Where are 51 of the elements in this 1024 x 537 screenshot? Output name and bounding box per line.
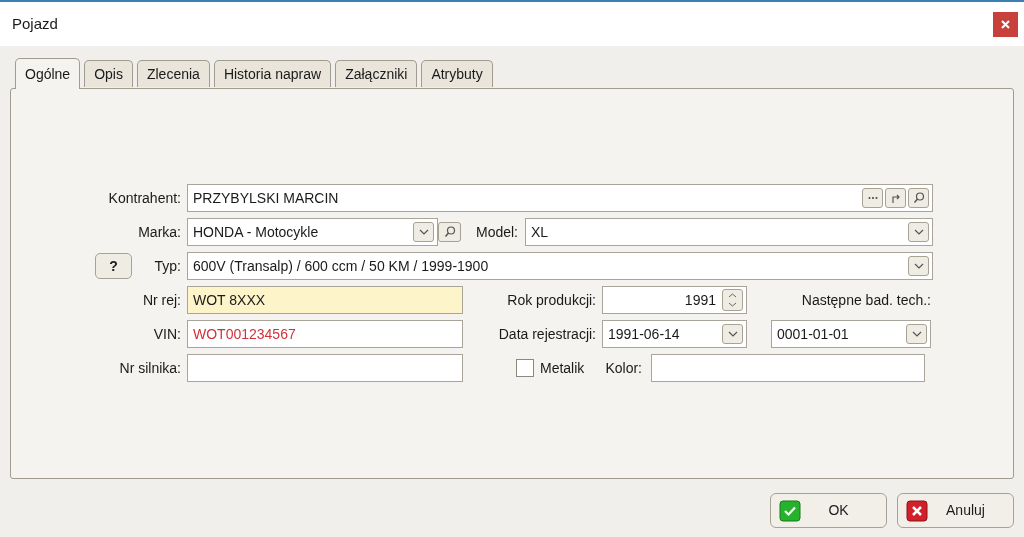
spin-field[interactable]: 1991 xyxy=(602,286,747,314)
tab[interactable]: Załączniki xyxy=(335,60,418,87)
field-label: Rok produkcji: xyxy=(506,290,596,310)
field-label: Typ: xyxy=(153,256,181,276)
field-value: WOT001234567 xyxy=(193,324,297,344)
date-field[interactable]: 1991-06-14 xyxy=(602,320,747,348)
dropdown-field[interactable]: HONDA - Motocykle xyxy=(187,218,438,246)
close-icon xyxy=(1001,19,1010,29)
search-icon xyxy=(442,225,457,239)
input-field[interactable]: WOT001234567 xyxy=(187,320,463,348)
search-button[interactable] xyxy=(908,188,929,208)
field-label: Kolor: xyxy=(604,358,642,378)
ok-button[interactable]: OK xyxy=(770,493,887,528)
checkbox-label: Metalik xyxy=(540,358,586,378)
tab[interactable]: Opis xyxy=(84,60,133,87)
dropdown-button[interactable] xyxy=(906,324,927,344)
close-button[interactable] xyxy=(993,11,1018,37)
input-field[interactable] xyxy=(187,354,463,382)
field-label: Model: xyxy=(474,222,518,242)
tab[interactable]: Ogólne xyxy=(15,58,81,89)
date-field[interactable]: 0001-01-01 xyxy=(771,320,931,348)
field-label: Następne bad. tech.: xyxy=(800,290,931,310)
field-label: Nr rej: xyxy=(141,290,181,310)
field-label: VIN: xyxy=(152,324,181,344)
window-title: Pojazd xyxy=(12,13,58,34)
search-icon xyxy=(911,191,926,205)
close-icon xyxy=(906,499,928,522)
dropdown-field[interactable]: XL xyxy=(525,218,933,246)
browse-button[interactable] xyxy=(862,188,883,208)
dropdown-button[interactable] xyxy=(722,324,743,344)
field-label: Data rejestracji: xyxy=(497,324,596,344)
check-icon xyxy=(779,499,801,522)
input-field[interactable]: WOT 8XXX xyxy=(187,286,463,314)
dropdown-button[interactable] xyxy=(413,222,434,242)
field-label: Marka: xyxy=(137,222,181,242)
dropdown-button[interactable] xyxy=(908,256,929,276)
open-button[interactable] xyxy=(885,188,906,208)
tab[interactable]: Zlecenia xyxy=(136,60,210,87)
help-button[interactable]: ? xyxy=(95,253,132,279)
tab[interactable]: Historia napraw xyxy=(213,60,332,87)
input-field[interactable]: PRZYBYLSKI MARCIN xyxy=(187,184,933,212)
input-field[interactable] xyxy=(651,354,925,382)
field-label: Kontrahent: xyxy=(107,188,181,208)
spin-buttons[interactable] xyxy=(722,289,743,311)
dropdown-button[interactable] xyxy=(908,222,929,242)
field-label: Nr silnika: xyxy=(118,358,181,378)
dropdown-field[interactable]: 600V (Transalp) / 600 ccm / 50 KM / 1999-1900 xyxy=(187,252,933,280)
checkbox[interactable] xyxy=(516,359,534,377)
search-button[interactable] xyxy=(438,222,461,242)
tab[interactable]: Atrybuty xyxy=(421,60,493,87)
cancel-button[interactable]: Anuluj xyxy=(897,493,1014,528)
